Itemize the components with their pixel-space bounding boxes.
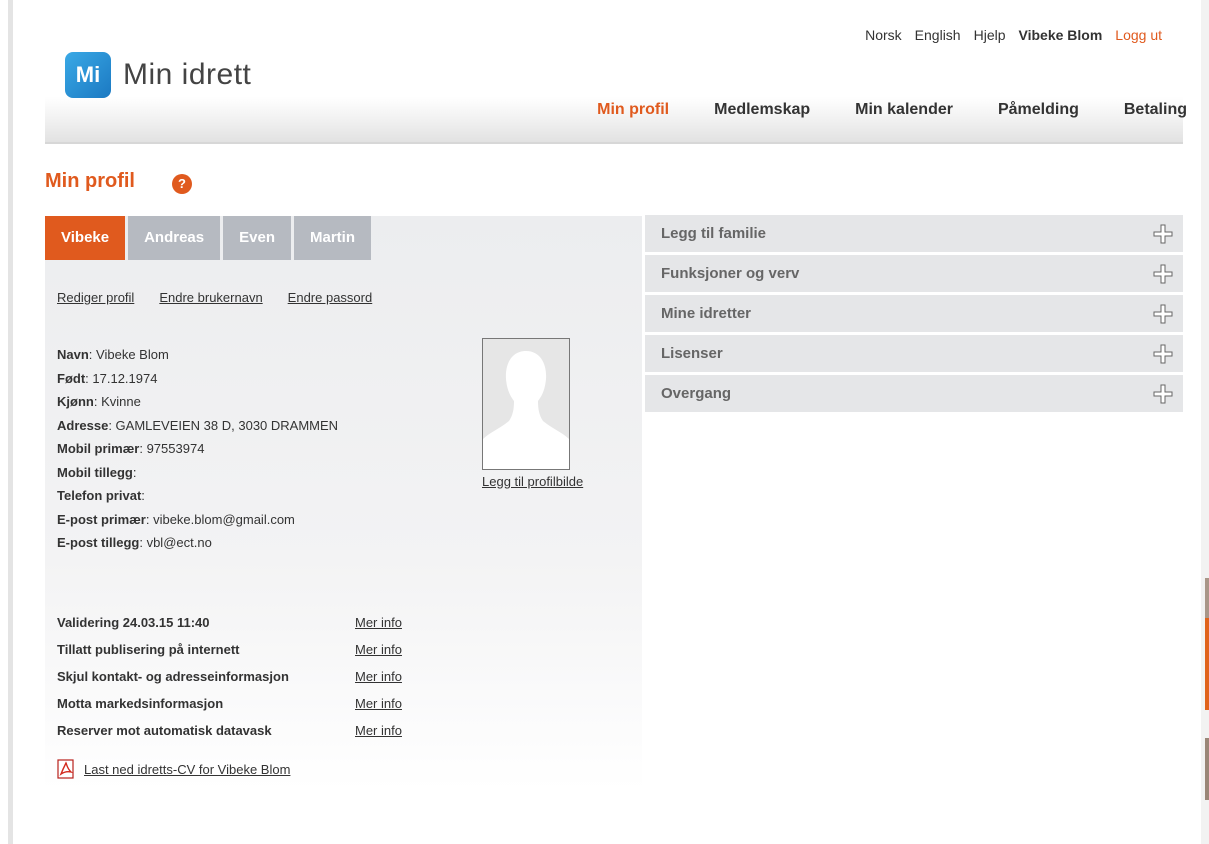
accordion-overgang[interactable]: Overgang xyxy=(645,375,1183,412)
nav-min-profil[interactable]: Min profil xyxy=(597,101,669,119)
profile-info: Navn: Vibeke Blom Født: 17.12.1974 Kjønn… xyxy=(57,343,338,555)
change-username-link[interactable]: Endre brukernavn xyxy=(159,290,262,305)
info-label: Telefon privat xyxy=(57,488,142,503)
plus-icon xyxy=(1153,264,1173,283)
info-label: Adresse xyxy=(57,417,109,433)
consent-row: Skjul kontakt- og adresseinformasjon Mer … xyxy=(57,669,402,696)
tab-martin[interactable]: Martin xyxy=(293,216,371,260)
profile-actions: Rediger profil Endre brukernavn Endre pa… xyxy=(57,290,372,305)
plus-icon xyxy=(1153,224,1173,243)
main-navigation: Min profil Medlemskap Min kalender Påmel… xyxy=(597,101,1187,119)
consent-row: Tillatt publisering på internett Mer info xyxy=(57,642,402,669)
right-strip-2 xyxy=(1205,618,1209,710)
info-label: E-post tillegg xyxy=(57,535,140,550)
accordion-lisenser[interactable]: Lisenser xyxy=(645,335,1183,372)
accordion-mine-idretter[interactable]: Mine idretter xyxy=(645,295,1183,332)
consent-row: Validering 24.03.15 11:40 Mer info xyxy=(57,615,402,642)
nav-betaling[interactable]: Betaling xyxy=(1124,101,1187,119)
consent-label: Validering 24.03.15 11:40 xyxy=(57,615,210,630)
info-row-gender: Kjønn: Kvinne xyxy=(57,394,141,409)
logout-link[interactable]: Logg ut xyxy=(1115,27,1162,43)
info-value: Kvinne xyxy=(97,394,141,409)
tab-vibeke[interactable]: Vibeke xyxy=(45,216,126,260)
lang-norsk-link[interactable]: Norsk xyxy=(865,27,902,43)
silhouette-icon xyxy=(483,339,569,469)
consent-label: Reserver mot automatisk datavask xyxy=(57,723,272,738)
consent-label: Skjul kontakt- og adresseinformasjon xyxy=(57,669,289,684)
right-scroll-area xyxy=(1201,0,1209,844)
info-row-born: Født: 17.12.1974 xyxy=(57,370,158,386)
consents-list: Validering 24.03.15 11:40 Mer info Tillat… xyxy=(57,615,402,750)
family-tabs: Vibeke Andreas Even Martin xyxy=(45,216,374,260)
question-circle-icon[interactable]: ? xyxy=(172,174,192,194)
info-row-email-primary: E-post primær: vibeke.blom@gmail.com xyxy=(57,511,295,527)
plus-icon xyxy=(1153,344,1173,363)
page-title: Min profil xyxy=(45,170,135,192)
info-value: GAMLEVEIEN 38 D, 3030 DRAMMEN xyxy=(111,417,339,433)
consent-label: Motta markedsinformasjon xyxy=(57,696,224,711)
info-value: 17.12.1974 xyxy=(88,370,158,386)
info-label: Navn xyxy=(57,347,89,362)
nav-medlemskap[interactable]: Medlemskap xyxy=(714,101,810,119)
right-strip-3 xyxy=(1205,738,1209,800)
more-info-link[interactable]: Mer info xyxy=(355,723,402,750)
user-name-link[interactable]: Vibeke Blom xyxy=(1019,27,1103,43)
more-info-link[interactable]: Mer info xyxy=(355,615,402,642)
logo-text: Min idrett xyxy=(123,58,252,91)
info-row-mobile-extra: Mobil tillegg: xyxy=(57,464,137,480)
accordion-label: Legg til familie xyxy=(661,225,767,242)
nav-min-kalender[interactable]: Min kalender xyxy=(855,101,953,119)
consent-row: Reserver mot automatisk datavask Mer info xyxy=(57,723,402,750)
profile-photo-placeholder[interactable] xyxy=(482,338,570,470)
info-row-mobile-primary: Mobil primær: 97553974 xyxy=(57,441,205,456)
info-value: vibeke.blom@gmail.com xyxy=(149,511,295,527)
add-profile-photo-link[interactable]: Legg til profilbilde xyxy=(482,474,583,489)
info-value: 97553974 xyxy=(142,441,205,456)
more-info-link[interactable]: Mer info xyxy=(355,669,402,696)
more-info-link[interactable]: Mer info xyxy=(355,642,402,669)
plus-icon xyxy=(1153,304,1173,323)
cv-download: Last ned idretts-CV for Vibeke Blom xyxy=(56,759,290,779)
edit-profile-link[interactable]: Rediger profil xyxy=(57,290,134,305)
tab-even[interactable]: Even xyxy=(223,216,291,260)
logo[interactable]: Mi Min idrett xyxy=(65,52,251,98)
info-label: Mobil primær xyxy=(57,441,140,456)
tab-andreas[interactable]: Andreas xyxy=(128,216,221,260)
accordion-label: Overgang xyxy=(661,385,732,402)
accordion-legg-til-familie[interactable]: Legg til familie xyxy=(645,215,1183,252)
right-strip-1 xyxy=(1205,578,1209,622)
help-link[interactable]: Hjelp xyxy=(974,27,1006,43)
info-value: Vibeke Blom xyxy=(92,347,169,362)
info-value: vbl@ect.no xyxy=(142,535,212,550)
change-password-link[interactable]: Endre passord xyxy=(288,290,373,305)
pdf-icon xyxy=(57,759,74,779)
more-info-link[interactable]: Mer info xyxy=(355,696,402,723)
accordion-label: Funksjoner og verv xyxy=(661,265,800,282)
accordion-label: Mine idretter xyxy=(661,305,752,322)
nav-pamelding[interactable]: Påmelding xyxy=(998,101,1079,119)
logo-badge-icon: Mi xyxy=(65,52,111,98)
left-edge xyxy=(8,0,13,844)
lang-english-link[interactable]: English xyxy=(915,27,961,43)
consent-row: Motta markedsinformasjon Mer info xyxy=(57,696,402,723)
accordion-funksjoner-og-verv[interactable]: Funksjoner og verv xyxy=(645,255,1183,292)
top-navigation: Norsk English Hjelp Vibeke Blom Logg ut xyxy=(865,27,1162,43)
info-row-email-extra: E-post tillegg: vbl@ect.no xyxy=(57,535,212,550)
info-label: E-post primær xyxy=(57,511,146,527)
accordion-label: Lisenser xyxy=(661,345,723,362)
accordion: Legg til familie Funksjoner og verv Mine… xyxy=(645,215,1183,415)
info-row-name: Navn: Vibeke Blom xyxy=(57,347,169,362)
info-row-phone-private: Telefon privat: xyxy=(57,488,145,503)
info-label: Kjønn xyxy=(57,394,94,409)
download-cv-link[interactable]: Last ned idretts-CV for Vibeke Blom xyxy=(84,762,290,777)
plus-icon xyxy=(1153,384,1173,403)
consent-label: Tillatt publisering på internett xyxy=(57,642,240,657)
info-label: Mobil tillegg xyxy=(57,464,133,480)
info-label: Født xyxy=(57,370,86,386)
info-row-address: Adresse: GAMLEVEIEN 38 D, 3030 DRAMMEN xyxy=(57,417,339,433)
